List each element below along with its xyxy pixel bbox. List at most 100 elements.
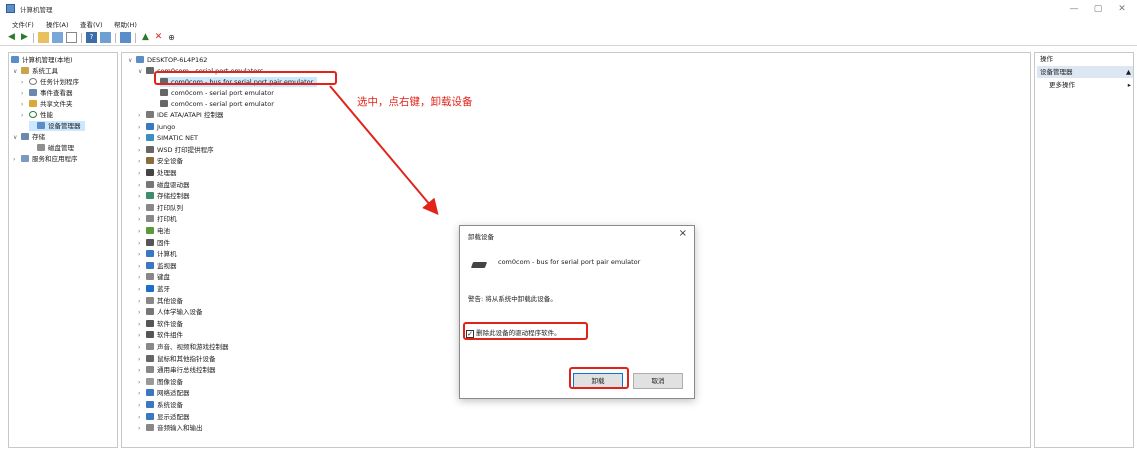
tree-item-system-tools[interactable]: ∨ 系统工具 [13, 66, 58, 76]
chevron-right-icon[interactable]: ▸ [1128, 79, 1131, 91]
menu-action[interactable]: 操作(A) [46, 19, 69, 29]
device-category[interactable]: › 处理器 [138, 168, 177, 178]
chevron-right-icon[interactable]: › [138, 389, 146, 399]
chevron-right-icon[interactable]: › [138, 250, 146, 260]
chevron-right-icon[interactable]: › [138, 146, 146, 156]
chevron-right-icon[interactable]: › [138, 308, 146, 318]
view-icon[interactable] [100, 32, 111, 43]
chevron-right-icon[interactable]: › [138, 111, 146, 121]
chevron-right-icon[interactable]: › [138, 192, 146, 202]
device-category[interactable]: › 系统设备 [138, 400, 183, 410]
uninstall-icon[interactable]: ✕ [153, 32, 164, 43]
dialog-close-icon[interactable]: × [679, 228, 687, 239]
device-category[interactable]: › WSD 打印提供程序 [138, 145, 214, 155]
chevron-right-icon[interactable]: › [138, 169, 146, 179]
device-category[interactable]: › 其他设备 [138, 296, 183, 306]
cancel-button[interactable]: 取消 [633, 373, 683, 389]
tree-item-services-apps[interactable]: › 服务和应用程序 [13, 154, 78, 164]
chevron-right-icon[interactable]: › [138, 366, 146, 376]
chevron-right-icon[interactable]: › [138, 378, 146, 388]
chevron-right-icon[interactable]: › [138, 355, 146, 365]
chevron-right-icon[interactable]: › [21, 111, 29, 121]
chevron-right-icon[interactable]: › [138, 424, 146, 434]
device-category[interactable]: › 声音、视频和游戏控制器 [138, 342, 229, 352]
close-button[interactable]: ✕ [1112, 2, 1132, 16]
chevron-down-icon[interactable]: ∨ [13, 133, 21, 143]
device-category[interactable]: › 磁盘驱动器 [138, 180, 190, 190]
chevron-right-icon[interactable]: › [138, 285, 146, 295]
forward-icon[interactable]: ▶ [19, 32, 30, 43]
device-category[interactable]: › 存储控制器 [138, 191, 190, 201]
chevron-right-icon[interactable]: › [138, 273, 146, 283]
device-category[interactable]: › 网络适配器 [138, 388, 190, 398]
chevron-right-icon[interactable]: › [21, 78, 29, 88]
collapse-icon[interactable]: ▲ [1126, 66, 1131, 78]
chevron-right-icon[interactable]: › [138, 331, 146, 341]
tree-item-task-scheduler[interactable]: › 任务计划程序 [21, 77, 79, 87]
up-folder-icon[interactable] [38, 32, 49, 43]
chevron-right-icon[interactable]: › [138, 123, 146, 133]
chevron-right-icon[interactable]: › [138, 320, 146, 330]
menu-file[interactable]: 文件(F) [12, 19, 34, 29]
chevron-right-icon[interactable]: › [138, 343, 146, 353]
tree-item-storage[interactable]: ∨ 存储 [13, 132, 45, 142]
chevron-right-icon[interactable]: › [138, 262, 146, 272]
device-category[interactable]: › 监视器 [138, 261, 177, 271]
device-category[interactable]: › 鼠标和其他指针设备 [138, 354, 216, 364]
device-category[interactable]: › 蓝牙 [138, 284, 170, 294]
minimize-button[interactable]: — [1064, 2, 1084, 16]
chevron-down-icon[interactable]: ∨ [128, 56, 136, 66]
tree-item-performance[interactable]: › 性能 [21, 110, 53, 120]
device-category[interactable]: › 通用串行总线控制器 [138, 365, 216, 375]
device-com0com-port-1[interactable]: com0com - serial port emulator [160, 88, 274, 98]
menu-help[interactable]: 帮助(H) [114, 19, 137, 29]
device-category[interactable]: › 人体学输入设备 [138, 307, 203, 317]
chevron-right-icon[interactable]: › [13, 155, 21, 165]
chevron-right-icon[interactable]: › [21, 89, 29, 99]
back-icon[interactable]: ◀ [6, 32, 17, 43]
device-category[interactable]: › 计算机 [138, 249, 177, 259]
scan-hardware-icon[interactable]: ⊕ [166, 32, 177, 43]
chevron-right-icon[interactable]: › [138, 239, 146, 249]
tree-item-computer-management[interactable]: 计算机管理(本地) [11, 55, 73, 65]
tree-item-event-viewer[interactable]: › 事件查看器 [21, 88, 73, 98]
chevron-right-icon[interactable]: › [21, 100, 29, 110]
monitor-icon[interactable] [120, 32, 131, 43]
device-category[interactable]: › 软件组件 [138, 330, 183, 340]
chevron-right-icon[interactable]: › [138, 157, 146, 167]
device-category[interactable]: › 软件设备 [138, 319, 183, 329]
device-category[interactable]: › 音频输入和输出 [138, 423, 203, 433]
device-category[interactable]: › 安全设备 [138, 156, 183, 166]
action-more-actions[interactable]: 更多操作 ▸ [1037, 79, 1133, 91]
device-com0com-port-2[interactable]: com0com - serial port emulator [160, 99, 274, 109]
chevron-right-icon[interactable]: › [138, 134, 146, 144]
chevron-down-icon[interactable]: ∨ [138, 67, 146, 77]
maximize-button[interactable]: ▢ [1088, 2, 1108, 16]
device-category[interactable]: › 打印队列 [138, 203, 183, 213]
device-category[interactable]: › 电池 [138, 226, 170, 236]
device-root[interactable]: ∨ DESKTOP-6L4P162 [128, 55, 207, 65]
tree-item-device-manager[interactable]: 设备管理器 [29, 121, 85, 131]
chevron-right-icon[interactable]: › [138, 215, 146, 225]
device-category[interactable]: › 键盘 [138, 272, 170, 282]
device-category[interactable]: › 显示适配器 [138, 412, 190, 422]
menu-view[interactable]: 查看(V) [80, 19, 103, 29]
chevron-right-icon[interactable]: › [138, 413, 146, 423]
update-driver-icon[interactable]: ▲ [140, 32, 151, 43]
action-section-device-manager[interactable]: 设备管理器 ▲ [1037, 66, 1133, 78]
device-category[interactable]: › Jungo [138, 122, 175, 132]
help-icon[interactable]: ? [86, 32, 97, 43]
chevron-right-icon[interactable]: › [138, 227, 146, 237]
device-category[interactable]: › 图像设备 [138, 377, 183, 387]
device-category[interactable]: › IDE ATA/ATAPI 控制器 [138, 110, 223, 120]
chevron-right-icon[interactable]: › [138, 204, 146, 214]
chevron-right-icon[interactable]: › [138, 401, 146, 411]
chevron-right-icon[interactable]: › [138, 181, 146, 191]
properties-icon[interactable] [66, 32, 77, 43]
tree-item-disk-management[interactable]: 磁盘管理 [29, 143, 74, 153]
device-category[interactable]: › 打印机 [138, 214, 177, 224]
tree-item-shared-folders[interactable]: › 共享文件夹 [21, 99, 73, 109]
chevron-down-icon[interactable]: ∨ [13, 67, 21, 77]
show-hide-tree-icon[interactable] [52, 32, 63, 43]
chevron-right-icon[interactable]: › [138, 297, 146, 307]
